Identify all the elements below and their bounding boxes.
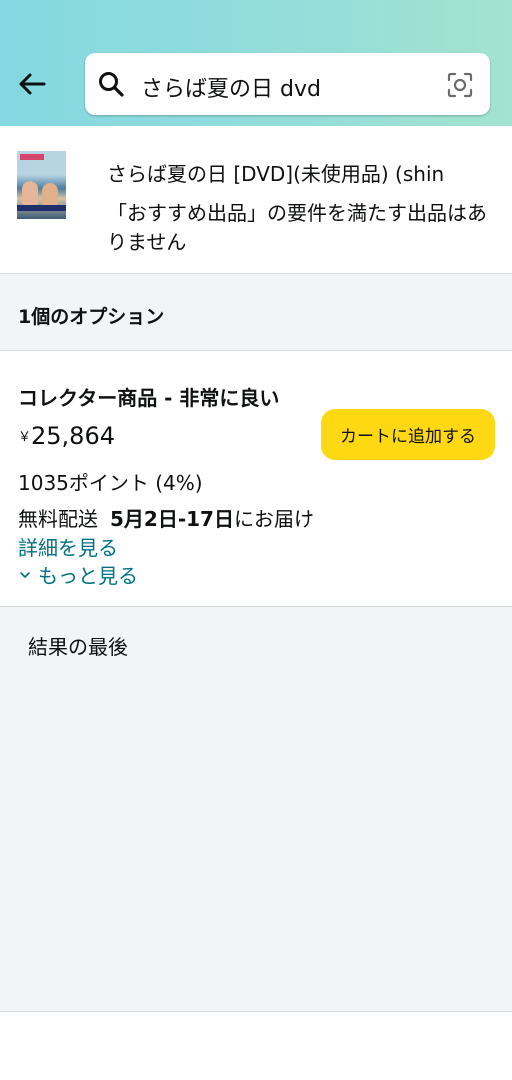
search-header: さらば夏の日 dvd [0,0,512,126]
search-query-text[interactable]: さらば夏の日 dvd [141,71,321,103]
back-arrow-icon [19,73,46,95]
see-more-label[interactable]: もっと見る [38,560,138,589]
shipping-label: 無料配送 [18,507,98,531]
delivery-dates: 5月2日-17日 [110,507,234,531]
results-end-section: 結果の最後 [0,607,512,1012]
search-icon[interactable] [97,70,125,98]
offer-points: 1035ポイント (4%) [18,471,203,495]
offer-price: ￥25,864 [18,422,115,450]
details-link[interactable]: 詳細を見る [18,532,118,561]
delivery-info: 無料配送 5月2日-17日にお届け [18,503,314,532]
search-input[interactable]: さらば夏の日 dvd [85,53,490,115]
offer-card: コレクター商品 - 非常に良い ￥25,864 カートに追加する 1035ポイン… [0,351,512,607]
end-of-results-label: 結果の最後 [28,635,128,659]
price-amount: 25,864 [31,422,115,450]
product-thumbnail[interactable] [17,151,66,219]
options-count-label: 1個のオプション [18,306,165,328]
bottom-blank-area [0,1012,512,1080]
camera-search-icon[interactable] [446,71,474,99]
currency-symbol: ￥ [18,430,32,445]
add-to-cart-button[interactable]: カートに追加する [321,409,495,460]
back-button[interactable] [12,64,52,104]
product-note: 「おすすめ出品」の要件を満たす出品はありません [107,201,487,254]
offer-condition: コレクター商品 - 非常に良い [18,386,280,410]
see-more-toggle[interactable]: もっと見る [18,560,138,589]
chevron-down-icon [20,571,30,578]
options-count-bar: 1個のオプション [0,274,512,351]
delivery-suffix: にお届け [233,507,314,531]
product-title[interactable]: さらば夏の日 [DVD](未使用品) (shin [107,158,512,187]
